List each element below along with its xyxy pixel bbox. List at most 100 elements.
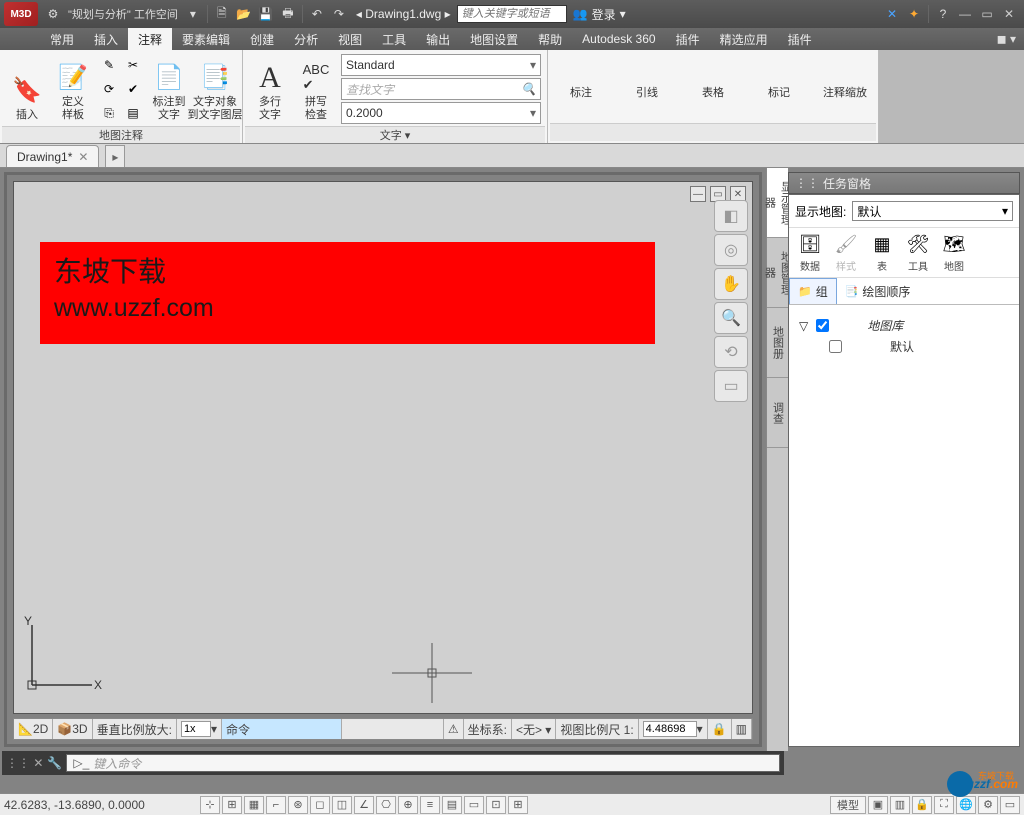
sb-otrack-icon[interactable]: ∠ [354, 796, 374, 814]
sb6-icon[interactable]: ▤ [122, 102, 144, 124]
drawing-viewport[interactable]: ― ▭ ✕ ◧ ◎ ✋ 🔍 ⟲ ▭ 东坡下载 www.uzzf.com Y X [13, 181, 753, 714]
side-tab-book[interactable]: 地图册 [767, 308, 788, 378]
sr5-icon[interactable]: 🌐 [956, 796, 976, 814]
sb-am-icon[interactable]: ⊞ [508, 796, 528, 814]
tab-create[interactable]: 创建 [240, 28, 284, 50]
undo-icon[interactable]: ↶ [307, 4, 327, 24]
sb-osnap-icon[interactable]: ◻ [310, 796, 330, 814]
sb-ortho-icon[interactable]: ⌐ [266, 796, 286, 814]
open-icon[interactable]: 📂 [234, 4, 254, 24]
dimension-button[interactable]: 标注 [550, 53, 612, 123]
height-combo[interactable]: 0.2000▾ [341, 102, 541, 124]
collapse-icon[interactable]: ▽ [799, 319, 808, 333]
file-tab-overflow[interactable]: ▸ [105, 145, 125, 167]
vp-min-icon[interactable]: ― [690, 186, 706, 202]
panel2-title[interactable]: 文字 ▾ [245, 126, 545, 143]
find-text-input[interactable]: 查找文字🔍 [341, 78, 541, 100]
tab-view[interactable]: 视图 [328, 28, 372, 50]
coord-combo[interactable]: <无> ▾ [512, 719, 556, 739]
child-checkbox[interactable] [829, 340, 842, 353]
sb-ducs-icon[interactable]: ⎔ [376, 796, 396, 814]
vexag-input[interactable] [181, 721, 211, 737]
sr1-icon[interactable]: ▣ [868, 796, 888, 814]
side-tab-map[interactable]: 地图管理器 [767, 238, 788, 308]
tab-plugin[interactable]: 插件 [666, 28, 710, 50]
workspace-gear-icon[interactable]: ⚙ [43, 4, 63, 24]
cmd-handle-icon[interactable]: ⋮⋮ ✕ [6, 756, 43, 770]
insert-button[interactable]: 🔖插入 [6, 54, 48, 124]
mark-button[interactable]: 标记 [748, 53, 810, 123]
new-icon[interactable]: 🗎 [212, 4, 232, 24]
cmd-wrench-icon[interactable]: 🔧 [47, 756, 62, 770]
workspace-dropdown-icon[interactable]: ▾ [183, 4, 203, 24]
warning-icon[interactable]: ⚠ [444, 719, 464, 739]
mtext-button[interactable]: A多行 文字 [249, 54, 291, 124]
close-tab-icon[interactable]: ✕ [78, 150, 88, 164]
text-to-layer-button[interactable]: 📑文字对象 到文字图层 [194, 54, 236, 124]
orbit-icon[interactable]: ⟲ [714, 336, 748, 368]
help-fav-icon[interactable]: ✦ [904, 4, 924, 24]
template-button[interactable]: 📝定义 样板 [52, 54, 94, 124]
tab-draw-order[interactable]: 📑 绘图顺序 [837, 278, 919, 304]
login-button[interactable]: 👥 登录 ▾ [573, 6, 626, 23]
showmotion-icon[interactable]: ▭ [714, 370, 748, 402]
file-tab[interactable]: Drawing1*✕ [6, 145, 99, 167]
sr4-icon[interactable]: ⛶ [934, 796, 954, 814]
exchange-icon[interactable]: ✕ [882, 4, 902, 24]
root-checkbox[interactable] [816, 319, 829, 332]
side-tab-display[interactable]: 显示管理器 [767, 168, 788, 238]
mode-3d-button[interactable]: 📦 3D [53, 719, 92, 739]
sb-qp-icon[interactable]: ▭ [464, 796, 484, 814]
sb-polar-icon[interactable]: ⊛ [288, 796, 308, 814]
tab-map-setup[interactable]: 地图设置 [460, 28, 528, 50]
lock-icon[interactable]: 🔒 [708, 719, 732, 739]
print-icon[interactable]: 🖶 [278, 4, 298, 24]
map-tool[interactable]: 🗺地图 [939, 232, 969, 273]
sr6-icon[interactable]: ⚙ [978, 796, 998, 814]
tab-feature-edit[interactable]: 要素编辑 [172, 28, 240, 50]
sb-lwt-icon[interactable]: ≡ [420, 796, 440, 814]
sr2-icon[interactable]: ▥ [890, 796, 910, 814]
sb-dyn-icon[interactable]: ⊕ [398, 796, 418, 814]
tab-analyze[interactable]: 分析 [284, 28, 328, 50]
tab-group[interactable]: 📁 组 [789, 278, 837, 304]
close-button[interactable]: ✕ [998, 4, 1020, 24]
mode-2d-button[interactable]: 📐 2D [14, 719, 53, 739]
sb-sc-icon[interactable]: ⊡ [486, 796, 506, 814]
restore-button[interactable]: ▭ [976, 4, 998, 24]
table-button[interactable]: 表格 [682, 53, 744, 123]
cmd-label[interactable]: 命令 [222, 719, 342, 739]
minimize-button[interactable]: ― [954, 4, 976, 24]
tools-tool[interactable]: 🛠工具 [903, 232, 933, 273]
tab-output[interactable]: 输出 [416, 28, 460, 50]
side-tab-survey[interactable]: 调查 [767, 378, 788, 448]
sb1-icon[interactable]: ✎ [98, 54, 120, 76]
app-logo[interactable]: M3D [4, 2, 38, 26]
workspace-label[interactable]: "规划与分析" 工作空间 [64, 6, 182, 22]
tab-insert[interactable]: 插入 [84, 28, 128, 50]
sb2-icon[interactable]: ✂ [122, 54, 144, 76]
table-tool[interactable]: ▦表 [867, 232, 897, 273]
zoom-icon[interactable]: 🔍 [714, 302, 748, 334]
sr7-icon[interactable]: ▭ [1000, 796, 1020, 814]
tab-help[interactable]: 帮助 [528, 28, 572, 50]
tree-root-row[interactable]: ▽地图库 [799, 315, 1009, 336]
spell-button[interactable]: ABC✔拼写 检查 [295, 54, 337, 124]
annotate-to-text-button[interactable]: 📄标注到 文字 [148, 54, 190, 124]
command-input[interactable]: ▷_键入命令 [66, 754, 780, 772]
viewcube-icon[interactable]: ◧ [714, 200, 748, 232]
nav-wheel-icon[interactable]: ◎ [714, 234, 748, 266]
help-icon[interactable]: ? [933, 4, 953, 24]
annoscale-button[interactable]: 注释缩放 [814, 53, 876, 123]
style-combo[interactable]: Standard▾ [341, 54, 541, 76]
tab-plugin2[interactable]: 插件 [778, 28, 822, 50]
sb-snap-icon[interactable]: ⊞ [222, 796, 242, 814]
sb5-icon[interactable]: ⎘ [98, 102, 120, 124]
sb-3dosnap-icon[interactable]: ◫ [332, 796, 352, 814]
keyword-search-input[interactable] [457, 5, 567, 23]
sb-grid-icon[interactable]: ▦ [244, 796, 264, 814]
ribbon-overflow-icon[interactable]: ◼ ▾ [989, 28, 1024, 50]
task-pane-title[interactable]: ⋮⋮任务窗格 [788, 172, 1020, 194]
sb-tran-icon[interactable]: ▤ [442, 796, 462, 814]
scale-list-icon[interactable]: ▥ [732, 719, 752, 739]
